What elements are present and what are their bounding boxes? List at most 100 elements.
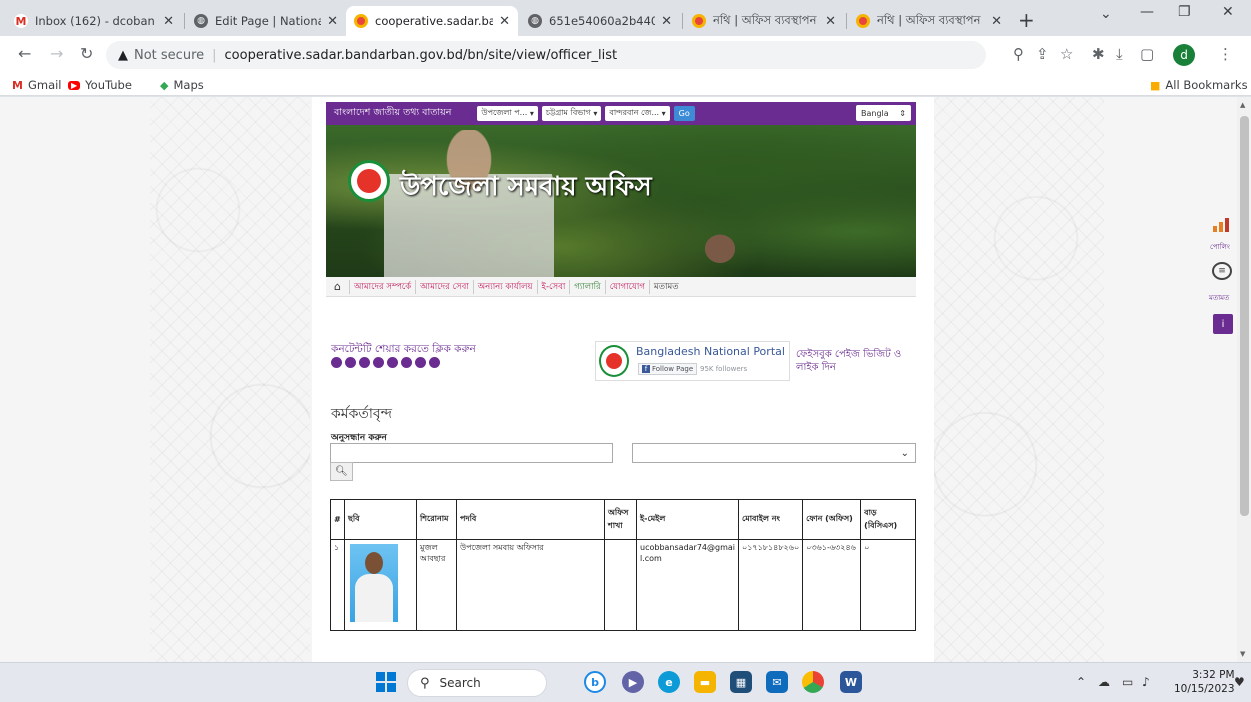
close-icon[interactable]: ✕ <box>661 14 672 29</box>
new-tab-button[interactable]: + <box>1018 8 1035 32</box>
messenger-icon[interactable] <box>387 357 398 368</box>
windows-start-icon[interactable] <box>376 672 396 692</box>
main-nav: ⌂ আমাদের সম্পর্কে আমাদের সেবা অন্যান্য ক… <box>326 277 916 297</box>
volume-icon[interactable]: ♪ <box>1142 675 1150 689</box>
notification-bell-icon[interactable]: ♥ <box>1234 675 1245 689</box>
zoom-icon[interactable]: ⚲ <box>1013 45 1024 63</box>
updown-icon: ⇕ <box>899 108 906 118</box>
fb-like-link[interactable]: ফেইসবুক পেইজ ভিজিট ও লাইক দিন <box>796 348 916 374</box>
home-icon[interactable]: ⌂ <box>334 280 341 293</box>
info-icon[interactable]: i <box>1213 314 1233 334</box>
chevron-up-icon[interactable]: ⌃ <box>1076 675 1086 689</box>
nav-about[interactable]: আমাদের সম্পর্কে <box>348 279 415 294</box>
nav-feedback[interactable]: মতামত <box>648 279 683 294</box>
taskbar-search[interactable]: ⚲ Search <box>407 669 547 697</box>
bookmark-youtube[interactable]: ▶ YouTube <box>68 78 132 92</box>
download-icon[interactable]: ⤓ <box>1116 45 1123 63</box>
bookmark-maps[interactable]: ◆ Maps <box>160 78 204 92</box>
store-icon[interactable]: ▦ <box>730 671 752 693</box>
forward-icon[interactable]: → <box>50 44 63 63</box>
edge-icon[interactable]: e <box>658 671 680 693</box>
share-icon[interactable]: ⇪ <box>1036 45 1049 63</box>
close-icon[interactable]: ✕ <box>825 14 836 29</box>
opinion-label[interactable]: মতামত <box>1209 292 1229 304</box>
menu-icon[interactable]: ⋮ <box>1218 45 1233 63</box>
government-seal-icon[interactable] <box>348 160 390 202</box>
district-select[interactable]: বান্দরবান জে... ▾ <box>605 106 670 121</box>
col-name: শিরোনাম <box>416 499 457 540</box>
tab-gmail[interactable]: M Inbox (162) - dcoban ✕ <box>6 6 182 36</box>
network-icon[interactable]: ▭ <box>1122 675 1133 689</box>
close-icon[interactable]: ✕ <box>991 14 1002 29</box>
twitter-icon[interactable] <box>345 357 356 368</box>
tab-cooperative[interactable]: cooperative.sadar.bar ✕ <box>346 6 518 36</box>
close-icon[interactable]: ✕ <box>499 14 510 29</box>
email-icon[interactable] <box>429 357 440 368</box>
cell-designation: উপজেলা সমবায় অফিসার <box>456 539 605 631</box>
back-icon[interactable]: ← <box>18 44 31 63</box>
nav-e-services[interactable]: ই-সেবা <box>536 279 570 294</box>
go-button[interactable]: Go <box>673 106 695 121</box>
nav-services[interactable]: আমাদের সেবা <box>415 279 473 294</box>
fb-page-name[interactable]: Bangladesh National Portal <box>636 345 785 358</box>
linkedin-icon[interactable] <box>373 357 384 368</box>
meet-icon[interactable]: ▶ <box>622 671 644 693</box>
chrome-icon[interactable] <box>802 671 824 693</box>
chat-icon[interactable]: ≡ <box>1212 262 1232 280</box>
reload-icon[interactable]: ↻ <box>80 44 93 63</box>
language-select[interactable]: Bangla ⇕ <box>856 105 911 121</box>
scroll-up-icon[interactable]: ▲ <box>1240 101 1245 109</box>
banner-person <box>690 230 750 277</box>
close-icon[interactable]: ✕ <box>163 14 174 29</box>
tab-nothi-2[interactable]: নথি | অফিস ব্যবস্থাপন ✕ <box>848 6 1010 36</box>
viber-icon[interactable] <box>415 357 426 368</box>
cell-email[interactable]: ucobbansadar74@gmail.com <box>636 539 739 631</box>
scrollbar-thumb[interactable] <box>1240 116 1249 516</box>
banner-title: উপজেলা সমবায় অফিস <box>400 172 652 202</box>
nav-gallery[interactable]: গ্যালারি <box>569 279 604 294</box>
app-icon[interactable]: b <box>584 671 606 693</box>
bookmark-gmail[interactable]: M Gmail <box>12 78 62 92</box>
close-icon[interactable]: ✕ <box>327 14 338 29</box>
close-window-button[interactable]: ✕ <box>1222 4 1234 20</box>
poll-icon[interactable] <box>1213 218 1231 232</box>
search-button[interactable]: 🔍︎ <box>330 462 353 481</box>
officer-photo[interactable] <box>350 544 398 622</box>
scroll-down-icon[interactable]: ▼ <box>1240 650 1245 658</box>
chevron-down-icon: ⌄ <box>900 447 909 459</box>
mail-icon[interactable]: ✉ <box>766 671 788 693</box>
tab-search-icon[interactable]: ⌄ <box>1100 6 1112 22</box>
nav-contact[interactable]: যোগাযোগ <box>604 279 649 294</box>
minimize-button[interactable]: — <box>1140 4 1154 20</box>
extensions-icon[interactable]: ✱ <box>1092 45 1105 63</box>
decorative-pattern-right <box>934 97 1104 662</box>
fb-follow-button[interactable]: f Follow Page <box>638 363 698 375</box>
star-icon[interactable]: ☆ <box>1060 45 1073 63</box>
portal-title[interactable]: বাংলাদেশ জাতীয় তথ্য বাতায়ন <box>334 106 451 121</box>
upazila-select[interactable]: উপজেলা প... ▾ <box>477 106 538 121</box>
globe-icon: ◍ <box>528 14 542 28</box>
search-icon: 🔍︎ <box>335 466 348 477</box>
tab-edit-page[interactable]: ◍ Edit Page | National P ✕ <box>186 6 346 36</box>
taskbar-clock[interactable]: 3:32 PM 10/15/2023 <box>1174 668 1235 696</box>
sidepanel-icon[interactable]: ▢ <box>1140 45 1154 63</box>
telegram-icon[interactable] <box>401 357 412 368</box>
whatsapp-icon[interactable] <box>359 357 370 368</box>
tab-651e[interactable]: ◍ 651e54060a2b44086 ✕ <box>520 6 680 36</box>
file-explorer-icon[interactable]: ▬ <box>694 671 716 693</box>
restore-button[interactable]: ❐ <box>1178 4 1191 20</box>
division-select[interactable]: চট্টগ্রাম বিভাগ ▾ <box>541 106 602 121</box>
all-bookmarks[interactable]: ■ All Bookmarks <box>1150 78 1248 92</box>
cloud-icon[interactable]: ☁ <box>1098 675 1110 689</box>
word-icon[interactable]: W <box>840 671 862 693</box>
poll-label[interactable]: পোলিং <box>1210 241 1230 253</box>
nav-other-offices[interactable]: অন্যান্য কার্যালয় <box>472 279 537 294</box>
address-bar[interactable]: ▲ Not secure | cooperative.sadar.bandarb… <box>106 41 986 69</box>
search-input[interactable] <box>330 443 613 463</box>
decorative-pattern-left <box>150 97 310 662</box>
filter-select[interactable]: ⌄ <box>632 443 916 463</box>
tab-nothi-1[interactable]: নথি | অফিস ব্যবস্থাপন ✕ <box>684 6 844 36</box>
profile-avatar[interactable]: d <box>1173 44 1195 66</box>
table-header-row: # ছবি শিরোনাম পদবি অফিস শাখা ই-মেইল মোবা… <box>330 499 916 540</box>
facebook-icon[interactable] <box>331 357 342 368</box>
